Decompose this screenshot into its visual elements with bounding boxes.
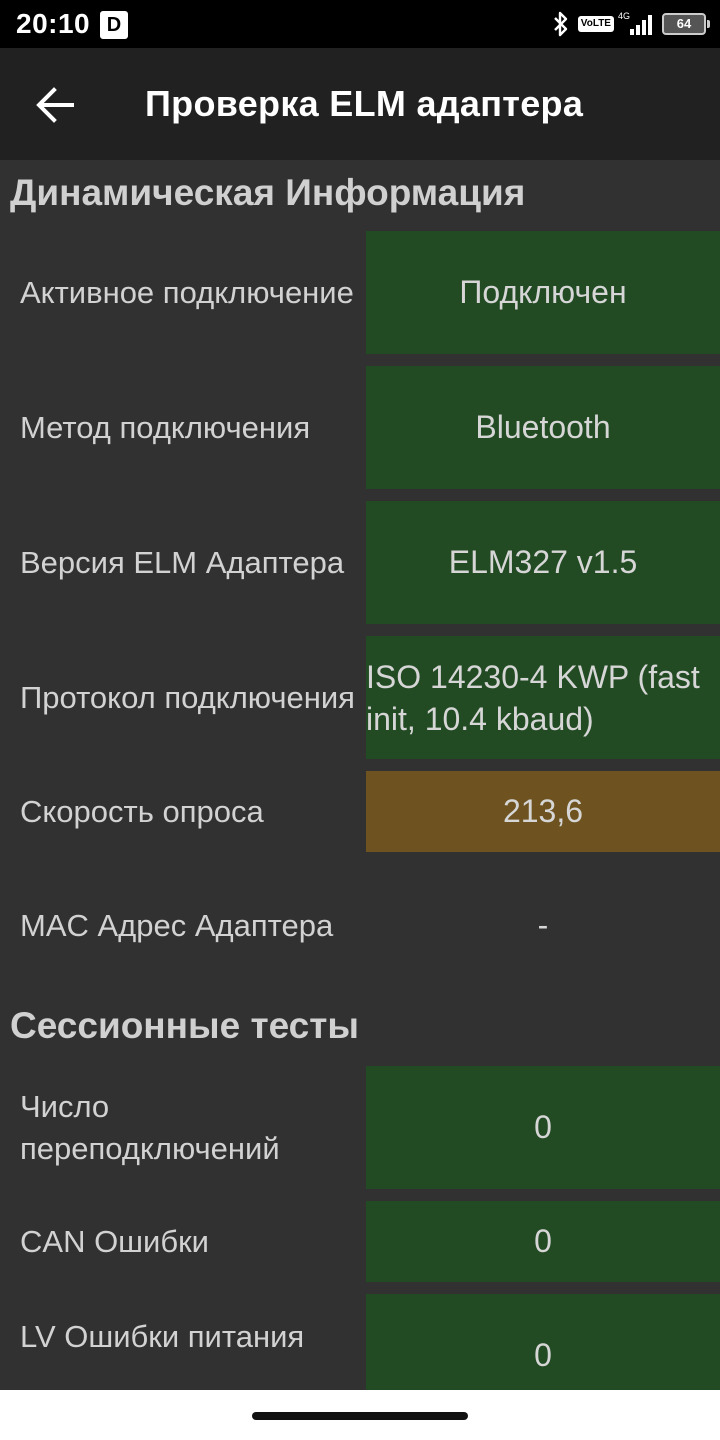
row-label: Метод подключения: [20, 409, 311, 445]
status-time: 20:10: [16, 8, 91, 39]
status-bar: 20:10 D VoLTE 4G 64: [0, 0, 720, 48]
status-icons: VoLTE 4G 64: [552, 10, 710, 38]
row-label: Активное подключение: [20, 274, 354, 310]
info-row-active-connection: Активное подключение Подключен: [0, 231, 720, 354]
section-heading-dynamic: Динамическая Информация: [10, 172, 526, 213]
network-type-label: 4G: [617, 11, 630, 21]
status-value-reconnects: 0: [366, 1066, 720, 1189]
section-heading-session: Сессионные тесты: [10, 1005, 359, 1046]
volte-icon: VoLTE: [577, 16, 614, 32]
home-gesture-handle[interactable]: [252, 1412, 468, 1420]
info-row-connection-method: Метод подключения Bluetooth: [0, 366, 720, 489]
signal-icon: [630, 15, 652, 35]
status-value-poll-rate: 213,6: [366, 771, 720, 852]
navigation-bar: [0, 1390, 720, 1440]
row-label: LV Ошибки питания: [20, 1319, 305, 1354]
status-value-can-errors: 0: [366, 1201, 720, 1282]
row-label: Число переподключений: [20, 1088, 280, 1166]
info-row-can-errors: CAN Ошибки 0: [0, 1201, 720, 1282]
info-row-elm-version: Версия ELM Адаптера ELM327 v1.5: [0, 501, 720, 624]
app-bar: Проверка ELM адаптера: [0, 48, 720, 160]
row-label: Протокол подключения: [20, 679, 355, 715]
content-scroll-area[interactable]: Динамическая Информация Активное подключ…: [0, 160, 720, 1390]
status-value-connected: Подключен: [366, 231, 720, 354]
bluetooth-icon: [553, 11, 567, 37]
info-row-poll-rate: Скорость опроса 213,6: [0, 771, 720, 852]
info-row-protocol: Протокол подключения ISO 14230-4 KWP (fa…: [0, 636, 720, 759]
status-value-protocol: ISO 14230-4 KWP (fast init, 10.4 kbaud): [366, 636, 720, 759]
row-label: CAN Ошибки: [20, 1223, 209, 1259]
info-row-reconnects: Число переподключений 0: [0, 1066, 720, 1189]
status-value-version: ELM327 v1.5: [366, 501, 720, 624]
notification-app-icon: D: [100, 11, 128, 39]
info-row-lv-power-errors: LV Ошибки питания 0: [0, 1294, 720, 1390]
battery-icon: 64: [662, 13, 710, 35]
row-label: Скорость опроса: [20, 793, 264, 829]
page-title: Проверка ELM адаптера: [145, 83, 584, 124]
status-value-mac: -: [537, 907, 549, 943]
back-arrow-icon[interactable]: [30, 80, 80, 130]
status-value-lv-errors: 0: [366, 1294, 720, 1390]
row-label: MAC Адрес Адаптера: [20, 907, 334, 943]
status-value-method: Bluetooth: [366, 366, 720, 489]
info-row-mac-address: MAC Адрес Адаптера -: [0, 864, 720, 987]
row-label: Версия ELM Адаптера: [20, 544, 345, 580]
